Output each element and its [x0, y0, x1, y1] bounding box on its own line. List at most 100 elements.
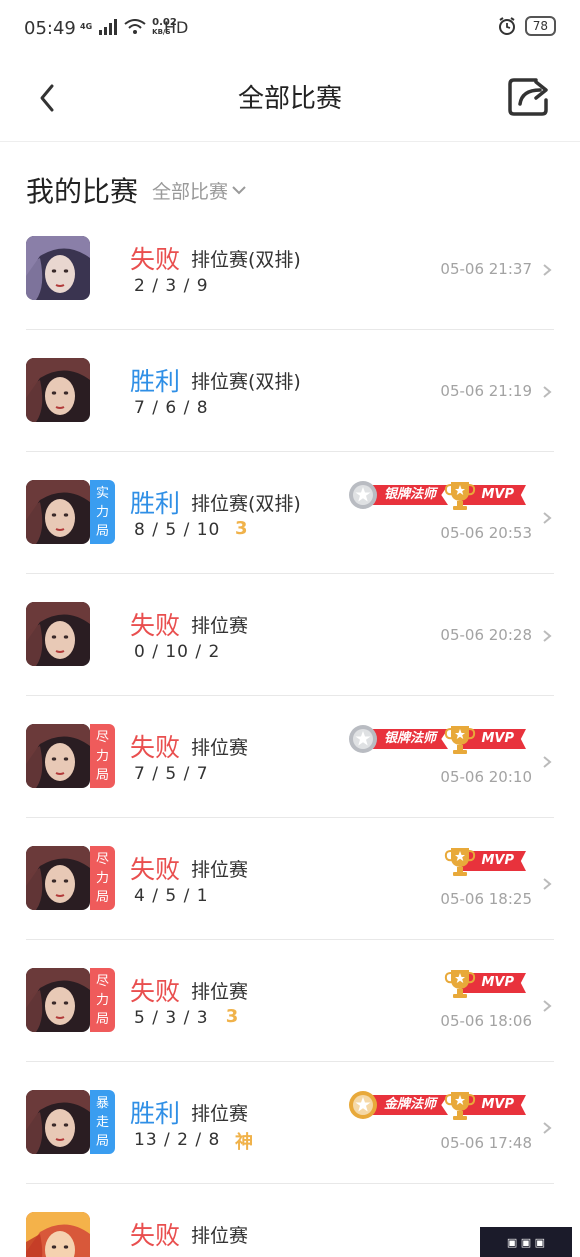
match-tag-char: 局 — [95, 889, 109, 905]
nav-header: 全部比赛 — [0, 60, 580, 142]
hero-avatar — [26, 480, 90, 544]
match-tag-char: 尽 — [95, 851, 109, 867]
match-time: 05-06 20:28 — [440, 626, 532, 644]
match-row[interactable]: 尽力局 失败 排位赛 5 / 3 / 3 3 05-06 18:06 MVP — [26, 940, 554, 1062]
match-tag-char: 局 — [95, 767, 109, 783]
match-tag: 尽力局 — [90, 724, 115, 788]
hero-avatar — [26, 724, 90, 788]
match-row[interactable]: 实力局 胜利 排位赛(双排) 8 / 5 / 10 3 05-06 20:53 MVP … — [26, 452, 554, 574]
match-result: 失败 — [130, 245, 181, 274]
match-mode: 排位赛(双排) — [191, 371, 301, 393]
match-tag-char: 力 — [95, 504, 109, 520]
chevron-right-icon — [543, 1122, 552, 1134]
match-mode: 排位赛 — [191, 615, 249, 637]
medal-icon — [348, 481, 377, 509]
match-row[interactable]: 暴走局 胜利 排位赛 13 / 2 / 8 神 05-06 17:48 MVP 金牌法师 — [26, 1062, 554, 1184]
match-tag-char: 局 — [95, 1011, 109, 1027]
match-result: 失败 — [130, 855, 181, 884]
title-badge: 金牌法师 — [346, 1088, 448, 1122]
status-bar: 05:49 4G 0.02 KB/S HD 78 — [0, 0, 580, 60]
match-mode: 排位赛(双排) — [191, 493, 301, 515]
hero-avatar — [26, 358, 90, 422]
trophy-icon — [445, 1092, 476, 1120]
match-list: 失败 排位赛(双排) 2 / 3 / 9 05-06 21:37 胜利 排位赛(双排) 7… — [26, 208, 554, 1257]
match-row[interactable]: 尽力局 失败 排位赛 4 / 5 / 1 05-06 18:25 MVP — [26, 818, 554, 940]
match-time: 05-06 21:19 — [440, 382, 532, 400]
match-kda: 8 / 5 / 10 — [134, 520, 221, 540]
match-result: 失败 — [130, 733, 181, 762]
hero-avatar — [26, 846, 90, 910]
match-time: 05-06 17:48 — [440, 1134, 532, 1152]
filter-dropdown[interactable]: 全部比赛 — [152, 177, 247, 204]
match-mode: 排位赛 — [191, 981, 249, 1003]
match-row[interactable]: 失败 排位赛 — [26, 1184, 554, 1257]
match-mode: 排位赛 — [191, 1103, 249, 1125]
kda-badge: 3 — [235, 518, 248, 539]
medal-icon — [348, 725, 377, 753]
match-tag-char: 力 — [95, 870, 109, 886]
match-kda: 0 / 10 / 2 — [134, 642, 221, 662]
match-kda: 7 / 6 / 8 — [134, 398, 209, 418]
chevron-down-icon — [232, 186, 246, 195]
section-title: 我的比赛 — [26, 175, 139, 208]
match-tag-char: 局 — [95, 523, 109, 539]
mvp-badge: MVP — [443, 844, 526, 878]
hero-avatar — [26, 968, 90, 1032]
title-badge: 银牌法师 — [346, 722, 448, 756]
chevron-right-icon — [543, 1000, 552, 1012]
hero-avatar — [26, 1212, 90, 1257]
match-row[interactable]: 失败 排位赛(双排) 2 / 3 / 9 05-06 21:37 — [26, 208, 554, 330]
mvp-badge: MVP — [443, 478, 526, 512]
match-result: 胜利 — [130, 1099, 181, 1128]
match-tag-char: 尽 — [95, 973, 109, 989]
match-mode: 排位赛 — [191, 859, 249, 881]
match-mode: 排位赛 — [191, 737, 249, 759]
kda-badge: 神 — [235, 1132, 253, 1153]
match-kda: 13 / 2 / 8 — [134, 1130, 221, 1150]
trophy-icon — [445, 482, 476, 510]
signal-icon — [99, 19, 118, 35]
match-time: 05-06 18:25 — [440, 890, 532, 908]
chevron-right-icon — [543, 878, 552, 890]
match-tag: 实力局 — [90, 480, 115, 544]
page-title: 全部比赛 — [237, 84, 342, 114]
network-indicator: 4G 0.02 KB/S — [80, 18, 177, 37]
battery-level: 78 — [532, 19, 548, 33]
match-row[interactable]: 胜利 排位赛(双排) 7 / 6 / 8 05-06 21:19 — [26, 330, 554, 452]
match-tag: 尽力局 — [90, 846, 115, 910]
match-time: 05-06 20:53 — [440, 524, 532, 542]
match-row[interactable]: 尽力局 失败 排位赛 7 / 5 / 7 05-06 20:10 MVP 银牌法师 — [26, 696, 554, 818]
wifi-icon — [124, 19, 146, 34]
chevron-right-icon — [543, 756, 552, 768]
hd-indicator: HD — [164, 18, 189, 37]
match-mode: 排位赛(双排) — [191, 249, 301, 271]
match-mode: 排位赛 — [191, 1225, 249, 1247]
match-tag-char: 尽 — [95, 729, 109, 745]
match-time: 05-06 21:37 — [440, 260, 532, 278]
match-tag: 尽力局 — [90, 968, 115, 1032]
match-tag-char: 暴 — [95, 1095, 109, 1111]
network-type: 4G — [80, 22, 93, 31]
section-header: 我的比赛 全部比赛 — [26, 168, 247, 212]
trophy-icon — [445, 970, 476, 998]
chevron-right-icon — [543, 264, 552, 276]
mvp-badge: MVP — [443, 1088, 526, 1122]
match-kda: 2 / 3 / 9 — [134, 276, 209, 296]
match-tag-char: 实 — [95, 485, 109, 501]
hero-avatar — [26, 1090, 90, 1154]
match-tag-char: 力 — [95, 748, 109, 764]
hero-avatar — [26, 602, 90, 666]
alarm-icon — [498, 17, 515, 35]
watermark-logo-icon: ▣ ▣ ▣ — [506, 1235, 546, 1249]
match-tag-char: 力 — [95, 992, 109, 1008]
title-badge: 银牌法师 — [346, 478, 448, 512]
chevron-right-icon — [543, 386, 552, 398]
match-time: 05-06 20:10 — [440, 768, 532, 786]
trophy-icon — [445, 726, 476, 754]
match-result: 失败 — [130, 611, 181, 640]
match-kda: 5 / 3 / 3 — [134, 1008, 209, 1028]
match-tag-char: 局 — [95, 1133, 109, 1149]
share-icon[interactable] — [506, 72, 554, 120]
kda-badge: 3 — [225, 1006, 239, 1027]
match-row[interactable]: 失败 排位赛 0 / 10 / 2 05-06 20:28 — [26, 574, 554, 696]
